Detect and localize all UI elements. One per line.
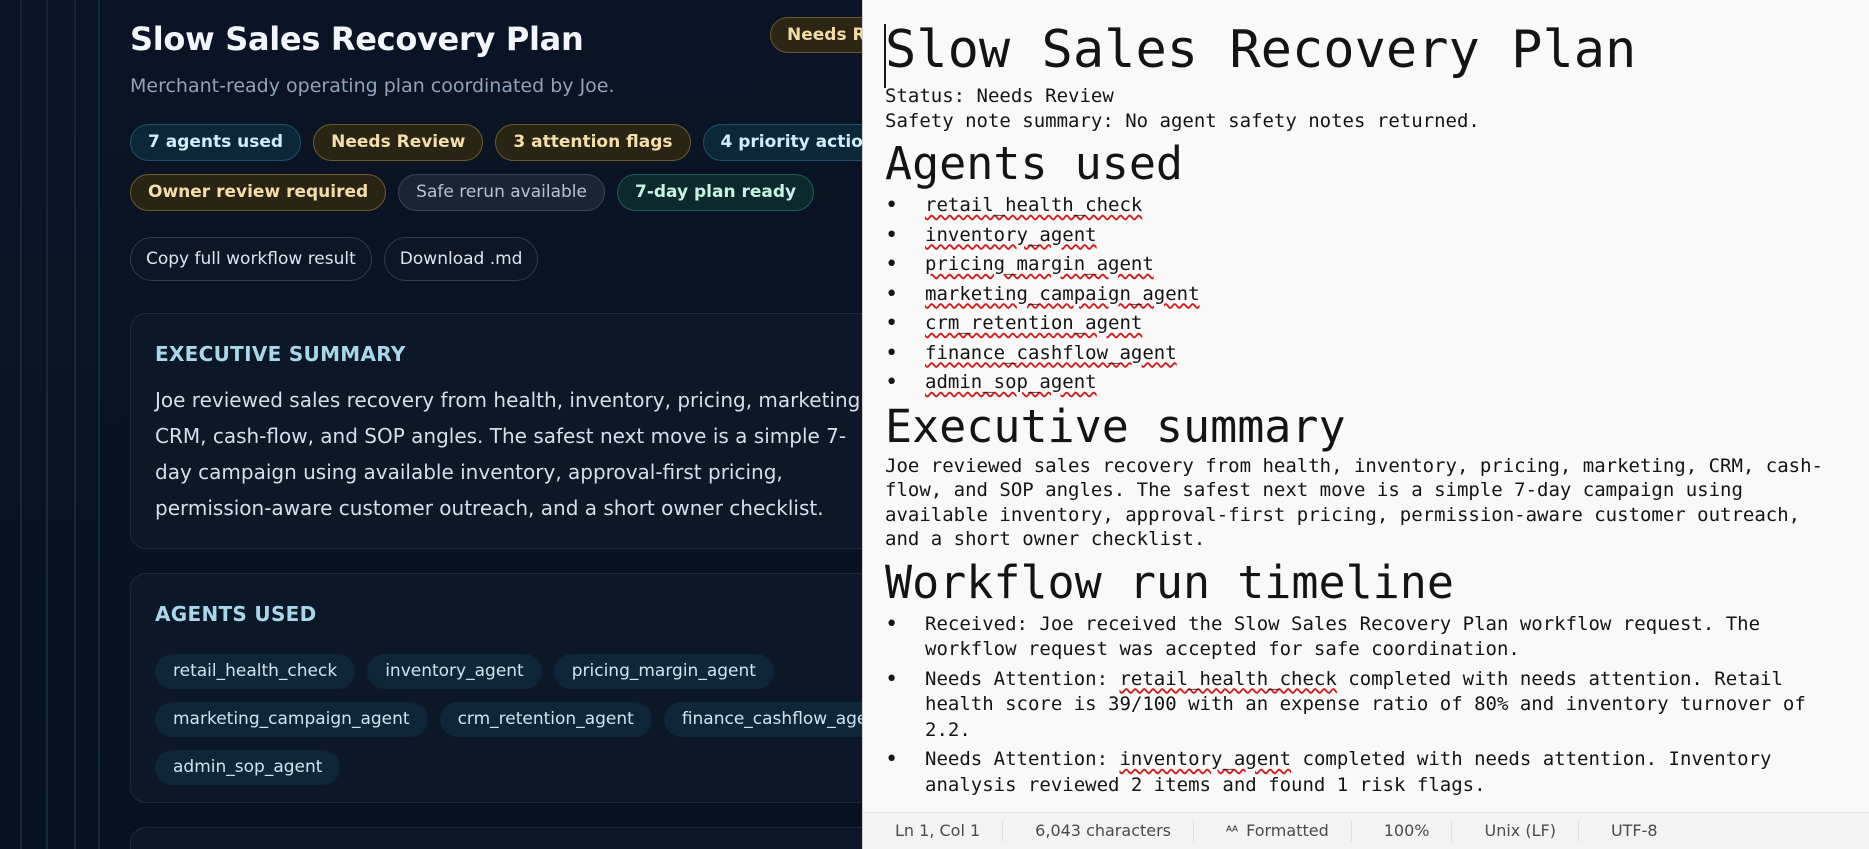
- rail-divider: [74, 0, 76, 849]
- timeline-agent: retail_health_check: [1119, 667, 1337, 690]
- timeline-status: Received:: [925, 612, 1040, 635]
- character-count: 6,043 characters: [1003, 820, 1195, 842]
- executive-summary-heading: EXECUTIVE SUMMARY: [155, 342, 406, 366]
- timeline-item: Received: Joe received the Slow Sales Re…: [885, 612, 1835, 663]
- zoom-level[interactable]: 100%: [1352, 820, 1453, 842]
- agent-name: admin_sop_agent: [925, 371, 1097, 393]
- doc-timeline-list: Received: Joe received the Slow Sales Re…: [885, 612, 1869, 799]
- agent-pill: marketing_campaign_agent: [155, 702, 428, 737]
- timeline-agent: inventory_agent: [1119, 748, 1292, 770]
- doc-title: Slow Sales Recovery Plan: [885, 20, 1637, 80]
- page-title: Slow Sales Recovery Plan: [130, 20, 584, 58]
- cursor-position: Ln 1, Col 1: [863, 820, 1004, 842]
- summary-chip: 4 priority actions: [702, 124, 862, 161]
- copy-workflow-button[interactable]: Copy full workflow result: [130, 237, 372, 281]
- page-subtitle: Merchant-ready operating plan coordinate…: [130, 75, 615, 97]
- agent-pill: pricing_margin_agent: [553, 654, 774, 689]
- agent-name: marketing_campaign_agent: [925, 282, 1200, 305]
- line-endings[interactable]: Unix (LF): [1452, 820, 1579, 842]
- timeline-item: Needs Attention: inventory_agent complet…: [885, 747, 1835, 798]
- encoding[interactable]: UTF-8: [1579, 820, 1680, 842]
- summary-chips: 7 agents used Needs Review 3 attention fla…: [130, 124, 862, 161]
- doc-agents-heading: Agents used: [885, 137, 1184, 190]
- timeline-detail: Joe received the Slow Sales Recovery Pla…: [925, 612, 1761, 661]
- workflow-app: Slow Sales Recovery Plan Merchant-ready …: [0, 0, 862, 849]
- agents-used-heading: AGENTS USED: [155, 602, 317, 626]
- timeline-item: Needs Attention: retail_health_check com…: [885, 667, 1835, 744]
- status-badge: Needs Re: [770, 17, 862, 53]
- agent-pill-row: marketing_campaign_agent crm_retention_ag…: [155, 702, 862, 737]
- list-item: retail_health_check: [885, 193, 1869, 219]
- status-bar: Ln 1, Col 1 6,043 characters ᴬᴬ Formatted…: [863, 812, 1869, 849]
- doc-agents-list: retail_health_check inventory_agentpricin…: [885, 193, 1869, 396]
- rail-divider: [46, 0, 48, 849]
- font-format-icon: ᴬᴬ: [1226, 824, 1239, 840]
- text-editor[interactable]: Slow Sales Recovery Plan Status: Needs R…: [863, 0, 1869, 812]
- action-buttons: Copy full workflow result Download .md: [130, 237, 539, 281]
- timeline-status: Needs Attention:: [925, 667, 1120, 690]
- executive-summary-panel: EXECUTIVE SUMMARY Joe reviewed sales rec…: [130, 313, 862, 549]
- agents-used-panel: AGENTS USED retail_health_check inventory…: [130, 573, 862, 803]
- status-chip: Safe rerun available: [398, 174, 605, 211]
- status-chip: Owner review required: [130, 174, 387, 211]
- text-caret: [884, 24, 886, 88]
- agent-pill: retail_health_check: [155, 654, 356, 689]
- next-panel: [130, 827, 862, 849]
- agent-pill: crm_retention_agent: [439, 702, 652, 737]
- list-item: crm_retention_agent: [885, 311, 1869, 337]
- status-chip: 7-day plan ready: [616, 174, 815, 211]
- format-label: Formatted: [1246, 821, 1329, 840]
- timeline-status: Needs Attention:: [925, 748, 1120, 770]
- summary-chip: 7 agents used: [130, 124, 302, 161]
- agent-name: pricing_margin_agent: [925, 253, 1154, 275]
- status-chips: Owner review required Safe rerun availabl…: [130, 174, 815, 211]
- list-item: finance_cashflow_agent: [885, 341, 1869, 367]
- summary-chip: Needs Review: [313, 124, 484, 161]
- agent-pill-row: admin_sop_agent: [155, 750, 862, 785]
- list-item: marketing_campaign_agent: [885, 282, 1869, 308]
- doc-status-line: Status: Needs Review: [885, 85, 1114, 107]
- agent-name: retail_health_check: [925, 194, 1143, 216]
- format-toggle[interactable]: ᴬᴬ Formatted: [1194, 820, 1352, 842]
- rail-divider: [20, 0, 22, 849]
- agent-pill: admin_sop_agent: [155, 750, 341, 785]
- agent-pill-list: retail_health_check inventory_agent pricin…: [155, 654, 862, 798]
- summary-chip: 3 attention flags: [495, 124, 691, 161]
- agent-pill: finance_cashflow_agent: [663, 702, 862, 737]
- agent-name: finance_cashflow_agent: [925, 341, 1177, 364]
- agent-name: inventory_agent: [925, 223, 1097, 246]
- executive-summary-text: Joe reviewed sales recovery from health,…: [155, 388, 862, 520]
- doc-summary-text: Joe reviewed sales recovery from health,…: [885, 454, 1823, 551]
- list-item: admin_sop_agent: [885, 370, 1869, 396]
- list-item: pricing_margin_agent: [885, 252, 1869, 278]
- agent-pill-row: retail_health_check inventory_agent pricin…: [155, 654, 862, 689]
- agent-name: crm_retention_agent: [925, 312, 1143, 334]
- doc-summary-heading: Executive summary: [885, 399, 1346, 453]
- doc-safety-line: Safety note summary: No agent safety not…: [885, 109, 1480, 132]
- notepad-window: Slow Sales Recovery Plan Status: Needs R…: [862, 0, 1869, 849]
- agent-pill: inventory_agent: [367, 654, 542, 689]
- list-item: inventory_agent: [885, 223, 1869, 249]
- download-md-button[interactable]: Download .md: [383, 237, 539, 281]
- doc-timeline-heading: Workflow run timeline: [885, 555, 1454, 609]
